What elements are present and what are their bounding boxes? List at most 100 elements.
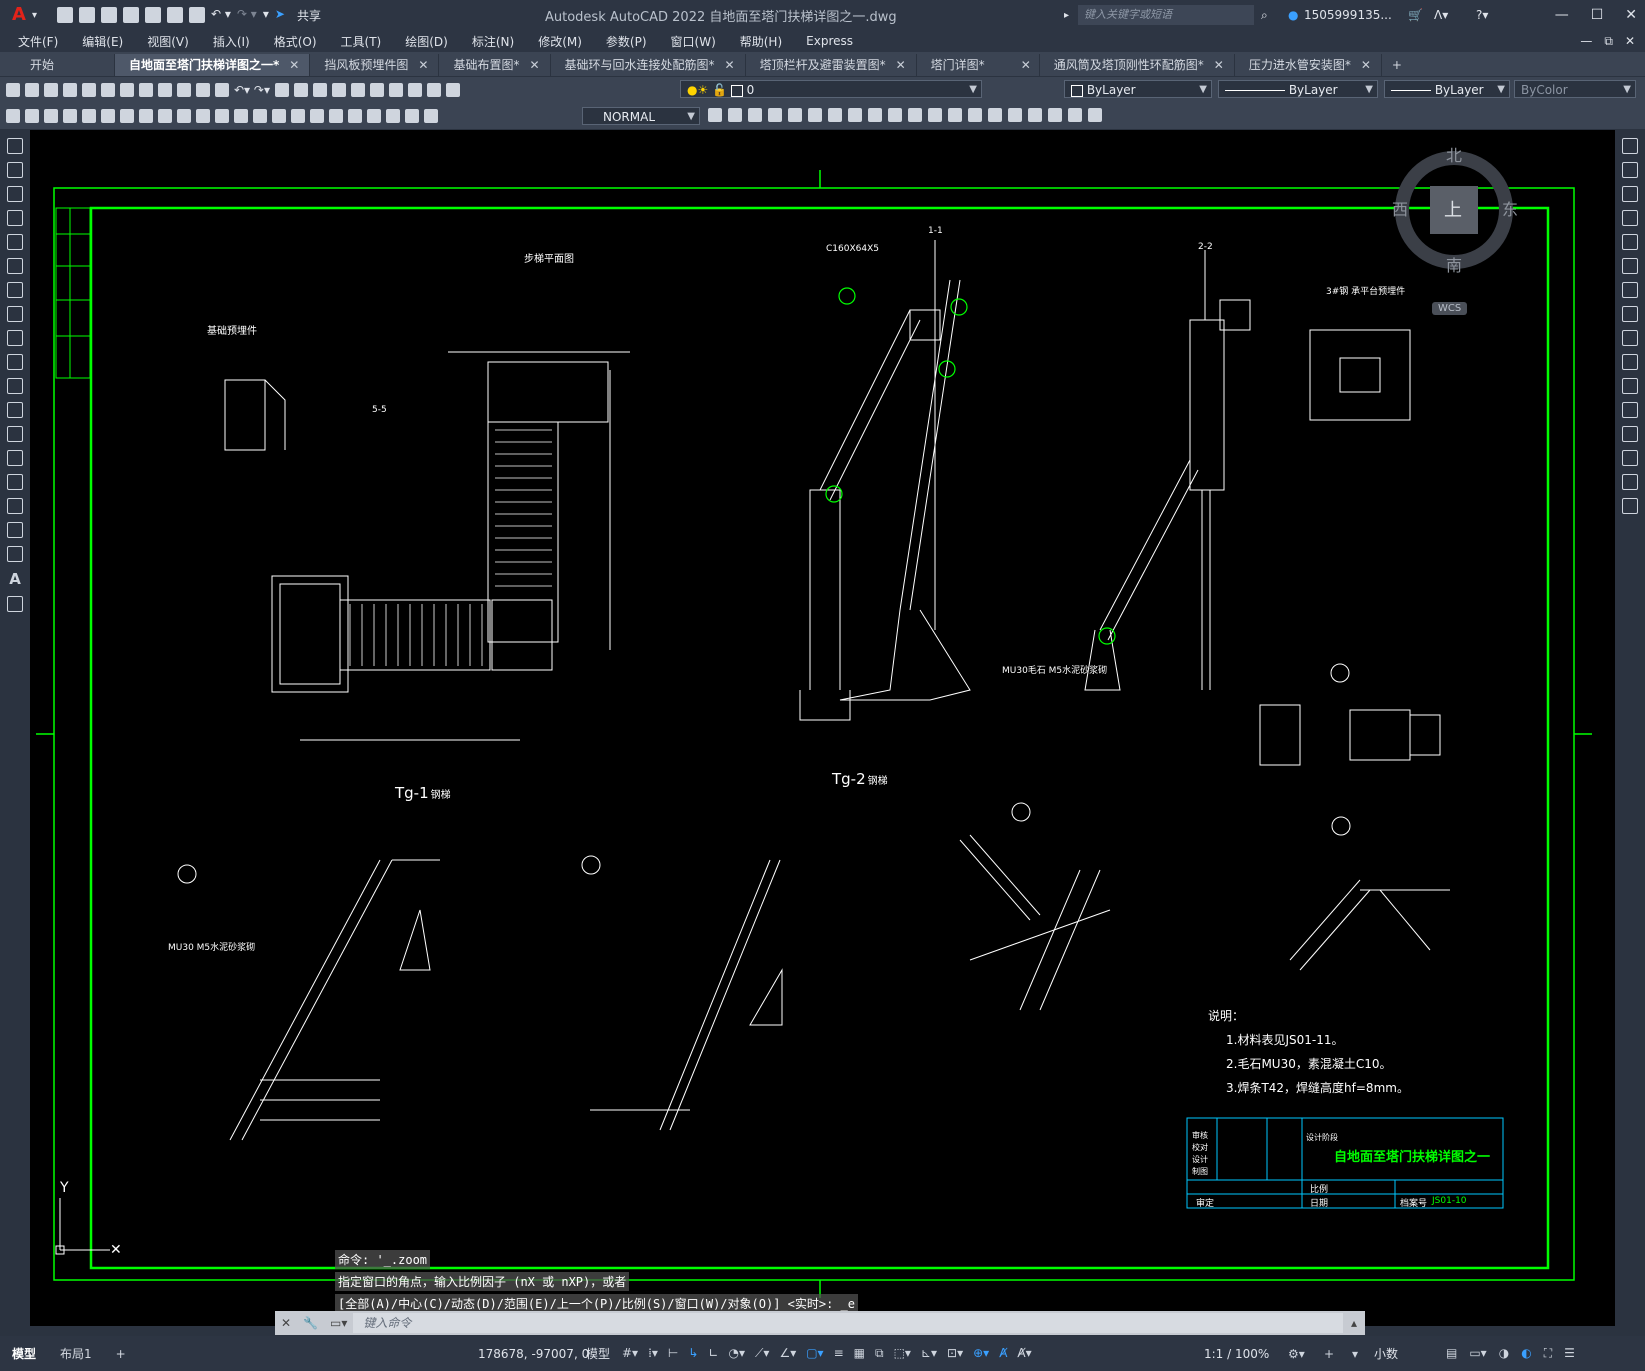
center-mark-icon[interactable] xyxy=(329,109,343,123)
new-tab-button[interactable]: + xyxy=(1381,54,1412,76)
model-space-toggle[interactable]: 模型 xyxy=(586,1345,610,1362)
hardware-acceleration-icon[interactable]: ◐ xyxy=(1521,1346,1531,1361)
clean-screen-icon[interactable]: ⛶ xyxy=(1544,1346,1552,1361)
open-file-icon[interactable] xyxy=(79,6,96,23)
layer-match-icon[interactable] xyxy=(828,108,842,122)
viewcube-top-face[interactable]: 上 xyxy=(1444,196,1462,222)
doc-restore-icon[interactable]: ⧉ xyxy=(1604,34,1613,49)
3d-osnap-icon[interactable]: ⬚▾ xyxy=(894,1346,911,1361)
construction-line-icon[interactable] xyxy=(7,162,23,178)
polar-tracking-icon[interactable]: ◔▾ xyxy=(729,1346,746,1361)
object-snap-tracking-icon[interactable]: ∠▾ xyxy=(779,1346,796,1361)
save-web-icon[interactable] xyxy=(167,6,184,23)
search-icon[interactable]: ⌕ xyxy=(1261,8,1268,23)
erase-icon[interactable] xyxy=(1622,138,1638,154)
fillet-icon[interactable] xyxy=(1622,450,1638,466)
layer-change-icon[interactable] xyxy=(848,108,862,122)
layer-previous-icon[interactable] xyxy=(708,108,722,122)
tab-drawing[interactable]: 塔门详图* ✕ xyxy=(916,54,1040,76)
annotation-monitor-icon[interactable]: + xyxy=(1324,1347,1334,1361)
open-icon[interactable] xyxy=(25,83,39,97)
layer-vp-freeze-icon[interactable] xyxy=(1028,108,1042,122)
layer-thaw-icon[interactable] xyxy=(948,108,962,122)
annotation-visibility-icon[interactable]: Ⱥ xyxy=(999,1346,1007,1361)
layer-on-all-icon[interactable] xyxy=(968,108,982,122)
dimstyle-dropdown[interactable]: NORMAL ▼ xyxy=(582,107,700,125)
color-dropdown[interactable]: ByLayer ▼ xyxy=(1064,80,1212,98)
make-block-icon[interactable] xyxy=(7,426,23,442)
share-button[interactable]: 共享 xyxy=(297,7,321,24)
circle-icon[interactable] xyxy=(7,282,23,298)
pan-icon[interactable] xyxy=(274,83,289,97)
command-recent-icon[interactable]: ▭▾ xyxy=(324,1316,353,1330)
viewcube-south[interactable]: 南 xyxy=(1446,252,1462,276)
calculator-icon[interactable] xyxy=(445,83,460,97)
linear-dim-icon[interactable] xyxy=(63,109,77,123)
save-as-icon[interactable] xyxy=(123,6,140,23)
lock-ui-icon[interactable]: ▭▾ xyxy=(1469,1346,1486,1361)
layer-delete-icon[interactable] xyxy=(908,108,922,122)
customization-icon[interactable]: ☰ xyxy=(1564,1346,1575,1361)
tab-close-icon[interactable]: ✕ xyxy=(289,58,299,72)
menu-parametric[interactable]: 参数(P) xyxy=(606,33,647,50)
copy-object-icon[interactable] xyxy=(1622,162,1638,178)
doc-minimize-icon[interactable]: — xyxy=(1580,34,1592,49)
tab-close-icon[interactable]: ✕ xyxy=(418,58,428,72)
tolerance-icon[interactable] xyxy=(310,109,324,123)
plot-icon[interactable] xyxy=(189,6,206,23)
zoom-previous-icon[interactable] xyxy=(331,83,346,97)
layer-properties-icon[interactable] xyxy=(1048,108,1062,122)
auto-scale-icon[interactable]: Ⱥ▾ xyxy=(1017,1346,1031,1361)
menu-format[interactable]: 格式(O) xyxy=(274,33,317,50)
menu-dimension[interactable]: 标注(N) xyxy=(472,33,514,50)
layer-dropdown[interactable]: ●☀ 🔓 0 ▼ xyxy=(680,80,982,98)
selection-cycling-icon[interactable]: ⧉ xyxy=(875,1346,884,1361)
dim-update-icon[interactable] xyxy=(424,109,438,123)
tab-drawing[interactable]: 压力进水管安装图* ✕ xyxy=(1234,54,1382,76)
arc-length-icon[interactable] xyxy=(101,109,115,123)
menu-tools[interactable]: 工具(T) xyxy=(341,33,382,50)
object-snap-icon[interactable]: ▢▾ xyxy=(806,1346,823,1361)
command-customize-icon[interactable]: 🔧 xyxy=(297,1316,324,1330)
units-dropdown[interactable]: 小数 xyxy=(1374,1345,1398,1362)
quick-properties-icon[interactable]: ▤ xyxy=(1446,1346,1457,1361)
tab-drawing[interactable]: 塔顶栏杆及避雷装置图* ✕ xyxy=(745,54,917,76)
search-expand-icon[interactable]: ▸ xyxy=(1064,10,1069,21)
annotation-scale[interactable]: 1:1 / 100% xyxy=(1204,1347,1269,1361)
wcs-button[interactable]: WCS xyxy=(1432,302,1468,315)
viewcube-east[interactable]: 东 xyxy=(1502,196,1518,220)
cart-icon[interactable]: 🛒 xyxy=(1408,8,1423,22)
offset-icon[interactable] xyxy=(1622,210,1638,226)
point-icon[interactable] xyxy=(7,450,23,466)
rectangle-icon[interactable] xyxy=(7,234,23,250)
viewcube-west[interactable]: 西 xyxy=(1392,196,1408,220)
layer-filter-icon[interactable] xyxy=(1068,108,1082,122)
linetype-dropdown[interactable]: ByLayer ▼ xyxy=(1218,80,1378,98)
hatch-icon[interactable] xyxy=(7,474,23,490)
insert-block-icon[interactable] xyxy=(7,402,23,418)
layer-isolate-icon[interactable] xyxy=(728,108,742,122)
text-style-icon[interactable] xyxy=(6,109,20,123)
open-web-icon[interactable] xyxy=(145,6,162,23)
menu-insert[interactable]: 插入(I) xyxy=(213,33,250,50)
restore-button[interactable]: ☐ xyxy=(1591,7,1604,23)
tab-close-icon[interactable]: ✕ xyxy=(725,58,735,72)
menu-file[interactable]: 文件(F) xyxy=(18,33,58,50)
redo-icon[interactable]: ↷ ▾ xyxy=(237,7,257,24)
tab-drawing[interactable]: 基础环与回水连接处配筋图* ✕ xyxy=(550,54,746,76)
tab-close-icon[interactable]: ✕ xyxy=(896,58,906,72)
block-editor-icon[interactable] xyxy=(215,83,229,97)
sheet-set-icon[interactable] xyxy=(407,83,422,97)
app-menu-chevron-icon[interactable]: ▾ xyxy=(32,10,37,21)
tab-close-icon[interactable]: ✕ xyxy=(529,58,539,72)
dynamic-ucs-icon[interactable]: ⊾▾ xyxy=(921,1346,937,1361)
cut-icon[interactable] xyxy=(139,83,153,97)
layer-unlock-icon[interactable] xyxy=(808,108,822,122)
autocad-logo-icon[interactable]: A xyxy=(6,4,32,26)
tool-palettes-icon[interactable] xyxy=(388,83,403,97)
dim-text-edit-icon[interactable] xyxy=(405,109,419,123)
scale-icon[interactable] xyxy=(1622,282,1638,298)
trim-icon[interactable] xyxy=(1622,330,1638,346)
zoom-realtime-icon[interactable] xyxy=(293,83,308,97)
save-icon[interactable] xyxy=(44,83,58,97)
